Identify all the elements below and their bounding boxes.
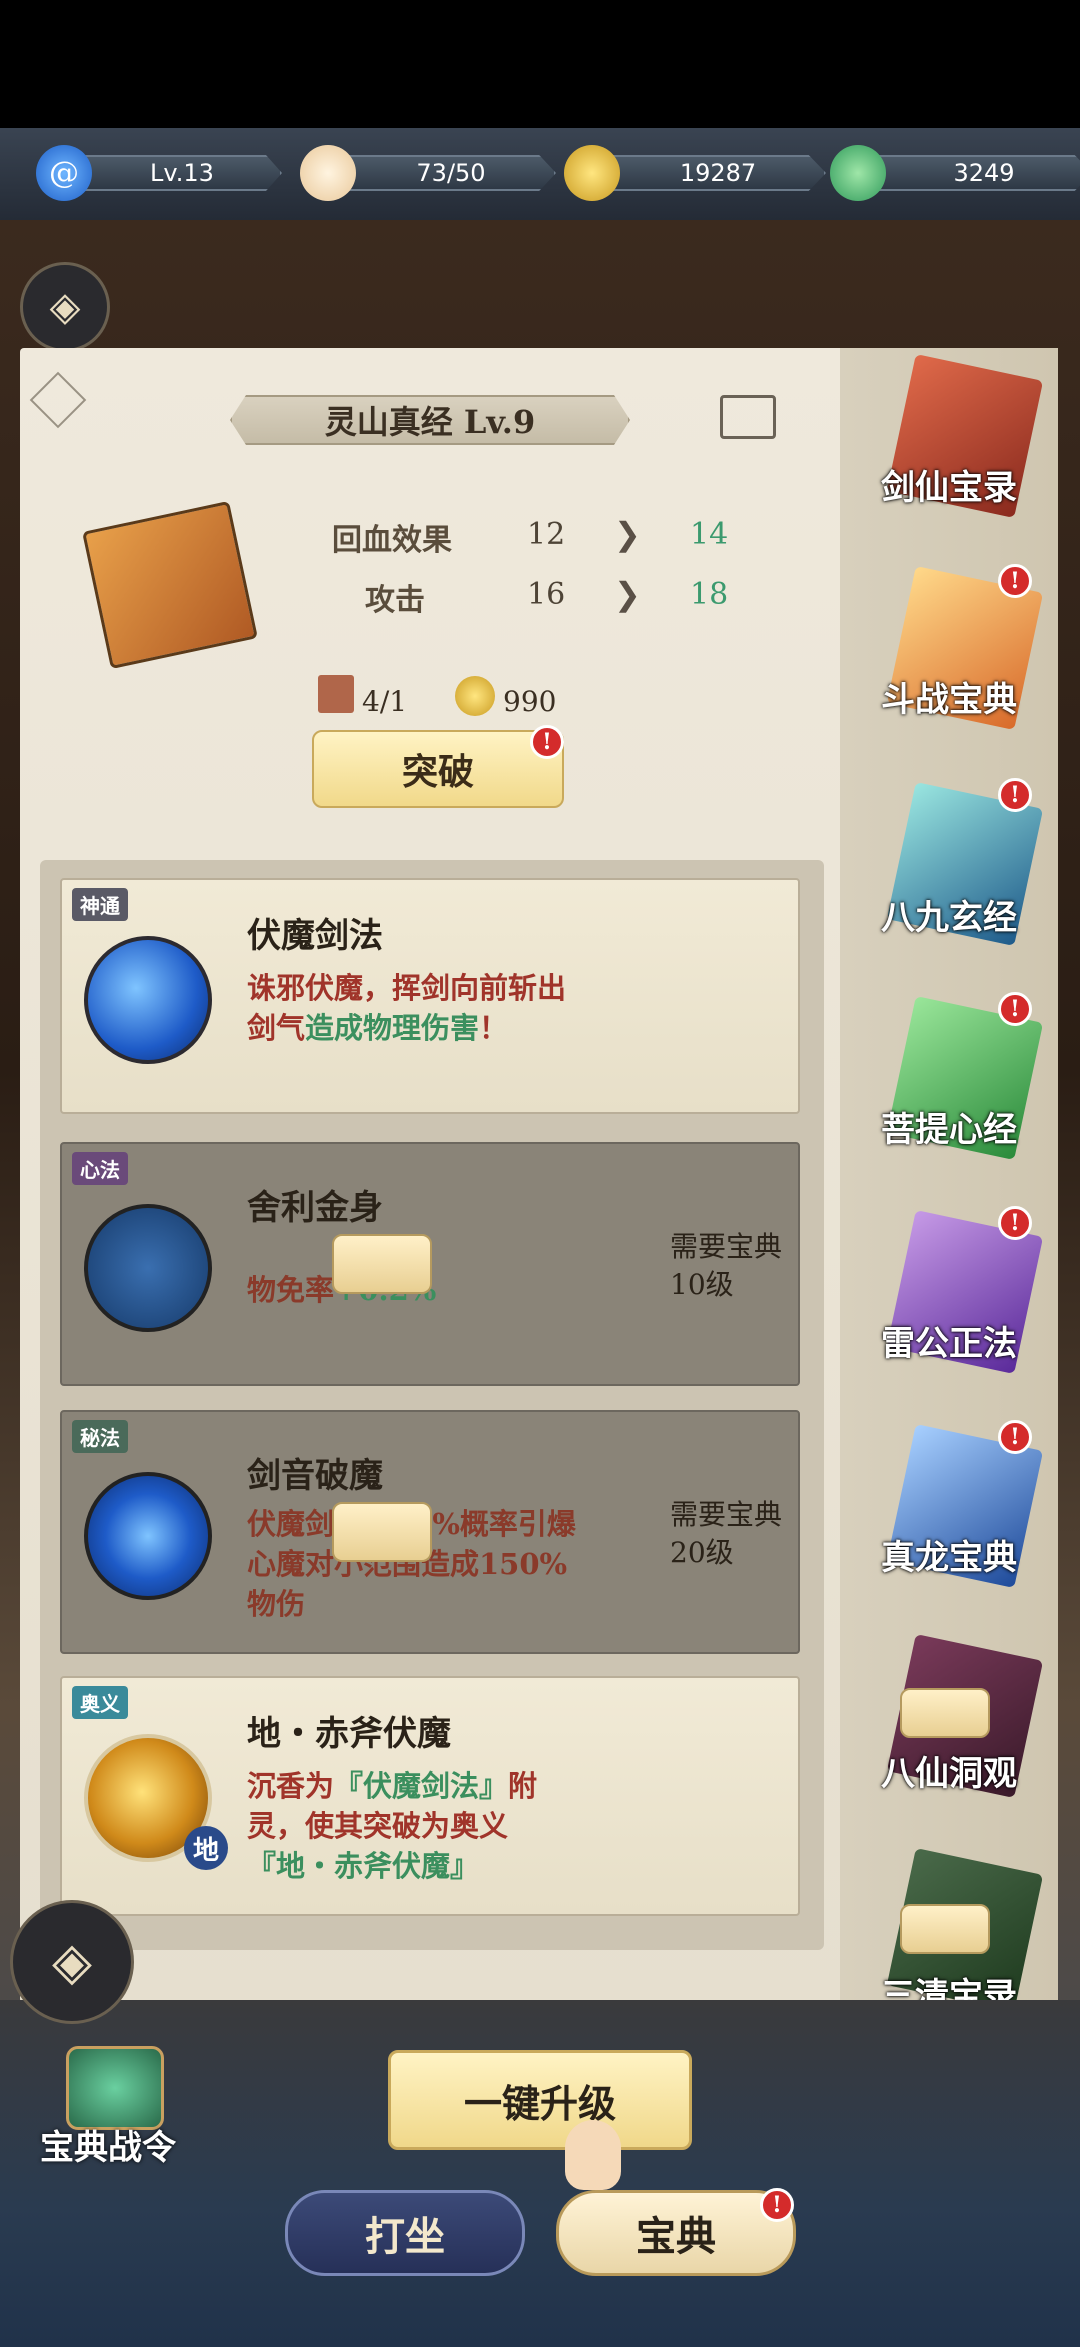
jade-resource[interactable]: 3249 [830, 145, 1080, 201]
book-title: 灵山真经 Lv.9 [230, 395, 630, 445]
coin-resource[interactable]: 19287 [564, 145, 826, 201]
skill-name: 地・赤斧伏魔 [247, 1714, 451, 1754]
notification-badge: ! [998, 1420, 1032, 1454]
stat-next-attack: 18 [690, 577, 729, 612]
notification-badge: ! [998, 1206, 1032, 1240]
cost-pages: 4/1 [362, 685, 408, 718]
skill-name: 舍利金身 [247, 1188, 383, 1228]
sidebar-book-label: 八仙洞观 [881, 1754, 1017, 1794]
skill-tag: 奥义 [72, 1686, 128, 1719]
sidebar-book-label: 八九玄经 [881, 898, 1017, 938]
skill-tag: 秘法 [72, 1420, 128, 1453]
skill-list[interactable]: 神通 伏魔剑法 诛邪伏魔，挥剑向前斩出剑气造成物理伤害！ 心法 舍利金身 物免率… [40, 860, 824, 1950]
sidebar-book-baxian[interactable]: 八仙洞观 [840, 1628, 1058, 1842]
stat-label-heal: 回血效果 [332, 523, 452, 558]
coin-icon [455, 676, 495, 716]
stat-label-attack: 攻击 [365, 583, 425, 618]
tap-hand-icon [565, 2120, 621, 2190]
back-button[interactable]: ◈ [20, 262, 110, 352]
lock-icon [332, 1502, 432, 1562]
tab-meditate[interactable]: 打坐 [285, 2190, 525, 2276]
sidebar-book-label: 斗战宝典 [881, 680, 1017, 720]
sidebar-book-label: 菩提心经 [881, 1110, 1017, 1150]
notification-badge: ! [998, 778, 1032, 812]
book-sidebar-list[interactable]: 剑仙宝录 ! 斗战宝典 ! 八九玄经 ! 菩提心经 ! 雷公正法 ! 真龙宝典 … [840, 348, 1058, 2003]
lock-icon [332, 1234, 432, 1294]
open-book-icon[interactable] [720, 395, 776, 439]
unlock-requirement: 需要宝典 10级 [670, 1230, 783, 1301]
notification-badge: ! [530, 725, 564, 759]
skill-name: 伏魔剑法 [247, 916, 383, 956]
sidebar-book-label: 三清宝录 [881, 1976, 1017, 2003]
resource-bar: @ Lv.13 73/50 19287 3249 [0, 128, 1080, 220]
stat-current-heal: 12 [527, 517, 566, 552]
jade-value: 3249 [876, 155, 1080, 191]
skill-card-locked[interactable]: 心法 舍利金身 物免率+0.2% 需要宝典10级 [60, 1142, 800, 1386]
unlock-requirement: 需要宝典 20级 [670, 1498, 783, 1569]
skill-card[interactable]: 奥义 地 地・赤斧伏魔 沉香为『伏魔剑法』附灵，使其突破为奥义『地・赤斧伏魔』 [60, 1676, 800, 1916]
skill-name: 剑音破魔 [247, 1456, 383, 1496]
swirl-icon: @ [36, 145, 92, 201]
skill-desc: 沉香为『伏魔剑法』附灵，使其突破为奥义『地・赤斧伏魔』 [247, 1769, 538, 1883]
sidebar-book-label: 真龙宝典 [881, 1538, 1017, 1578]
sword-wave-icon [84, 936, 212, 1064]
sidebar-book-label: 剑仙宝录 [881, 468, 1017, 508]
sidebar-book-sanqing[interactable]: 三清宝录 [840, 1842, 1058, 2003]
cost-coins: 990 [503, 685, 557, 718]
sidebar-book-zhenlong[interactable]: ! 真龙宝典 [840, 1414, 1058, 1628]
burst-icon [84, 1472, 212, 1600]
stamina-resource[interactable]: 73/50 [300, 145, 556, 201]
sidebar-book-jianxian[interactable]: 剑仙宝录 [840, 348, 1058, 558]
sidebar-book-bajiu[interactable]: ! 八九玄经 [840, 772, 1058, 986]
lock-icon [900, 1688, 990, 1738]
one-key-upgrade-button[interactable]: 一键升级 [388, 2050, 692, 2150]
coin-value: 19287 [610, 155, 826, 191]
chevron-right-icon: ❯ [614, 515, 641, 553]
stat-current-attack: 16 [527, 577, 566, 612]
level-resource[interactable]: @ Lv.13 [36, 145, 282, 201]
stat-next-heal: 14 [690, 517, 729, 552]
page-icon [318, 675, 354, 713]
skill-tag: 心法 [72, 1152, 128, 1185]
notification-badge: ! [760, 2188, 794, 2222]
chevron-right-icon: ❯ [614, 575, 641, 613]
skill-card[interactable]: 神通 伏魔剑法 诛邪伏魔，挥剑向前斩出剑气造成物理伤害！ [60, 878, 800, 1114]
skill-tag: 神通 [72, 888, 128, 921]
notification-badge: ! [998, 992, 1032, 1026]
jade-leaf-icon [830, 145, 886, 201]
level-value: Lv.13 [82, 155, 282, 191]
earth-badge: 地 [184, 1826, 228, 1870]
sidebar-book-leigong[interactable]: ! 雷公正法 [840, 1200, 1058, 1414]
bun-icon [300, 145, 356, 201]
shield-icon [84, 1204, 212, 1332]
battlepass-label[interactable]: 宝典战令 [40, 2120, 176, 2169]
sidebar-book-douzhan[interactable]: ! 斗战宝典 [840, 558, 1058, 772]
skill-desc: 诛邪伏魔，挥剑向前斩出剑气造成物理伤害！ [247, 971, 567, 1045]
battlepass-icon[interactable] [66, 2046, 164, 2130]
coin-icon [564, 145, 620, 201]
diamond-emblem-button[interactable]: ◈ [10, 1900, 134, 2024]
sidebar-book-puti[interactable]: ! 菩提心经 [840, 986, 1058, 1200]
lock-icon [900, 1904, 990, 1954]
skill-card-locked[interactable]: 秘法 剑音破魔 伏魔剑法有10%概率引爆心魔对小范围造成150%物伤 需要宝典 2… [60, 1410, 800, 1654]
stamina-value: 73/50 [346, 155, 556, 191]
sidebar-book-label: 雷公正法 [881, 1324, 1017, 1364]
notification-badge: ! [998, 564, 1032, 598]
breakthrough-button[interactable]: 突破 [312, 730, 564, 808]
